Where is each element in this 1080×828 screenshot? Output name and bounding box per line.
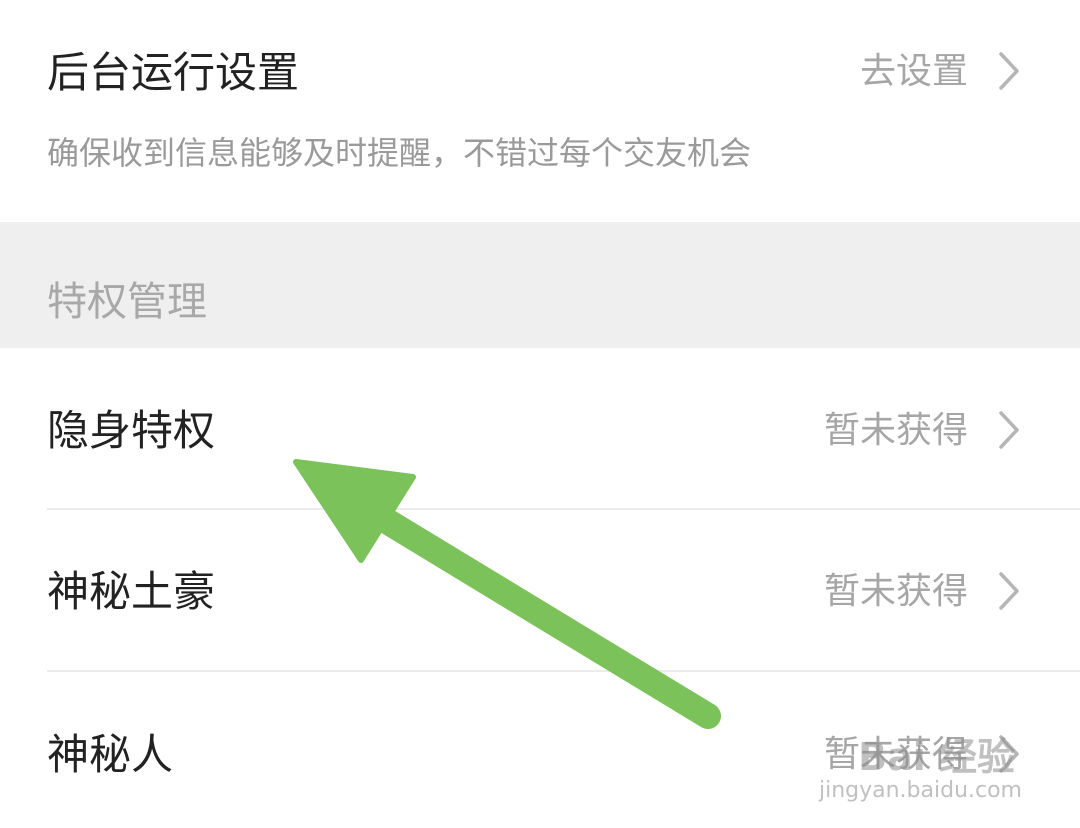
chevron-right-icon: [999, 52, 1019, 90]
chevron-right-icon: [999, 411, 1019, 449]
privilege-row-mystery-rich[interactable]: 神秘土豪 暂未获得: [0, 510, 1080, 670]
section-title: 特权管理: [47, 279, 207, 325]
privilege-row-invisible[interactable]: 隐身特权 暂未获得: [0, 348, 1080, 508]
privilege-section-header: 特权管理: [0, 222, 1080, 348]
background-run-settings-row[interactable]: 后台运行设置 去设置 确保收到信息能够及时提醒，不错过每个交友机会: [0, 0, 1080, 222]
background-run-description: 确保收到信息能够及时提醒，不错过每个交友机会: [47, 134, 752, 172]
privilege-status: 暂未获得: [823, 410, 968, 451]
background-run-action: 去设置: [859, 51, 968, 92]
privilege-label: 神秘土豪: [47, 567, 216, 616]
watermark-logo: Bai 经验: [858, 735, 1015, 779]
chevron-right-icon: [999, 572, 1019, 610]
watermark-url: jingyan.baidu.com: [818, 778, 1022, 803]
privilege-label: 神秘人: [47, 730, 174, 779]
privilege-label: 隐身特权: [47, 406, 216, 455]
background-run-title: 后台运行设置: [47, 48, 300, 97]
privilege-status: 暂未获得: [823, 571, 968, 612]
